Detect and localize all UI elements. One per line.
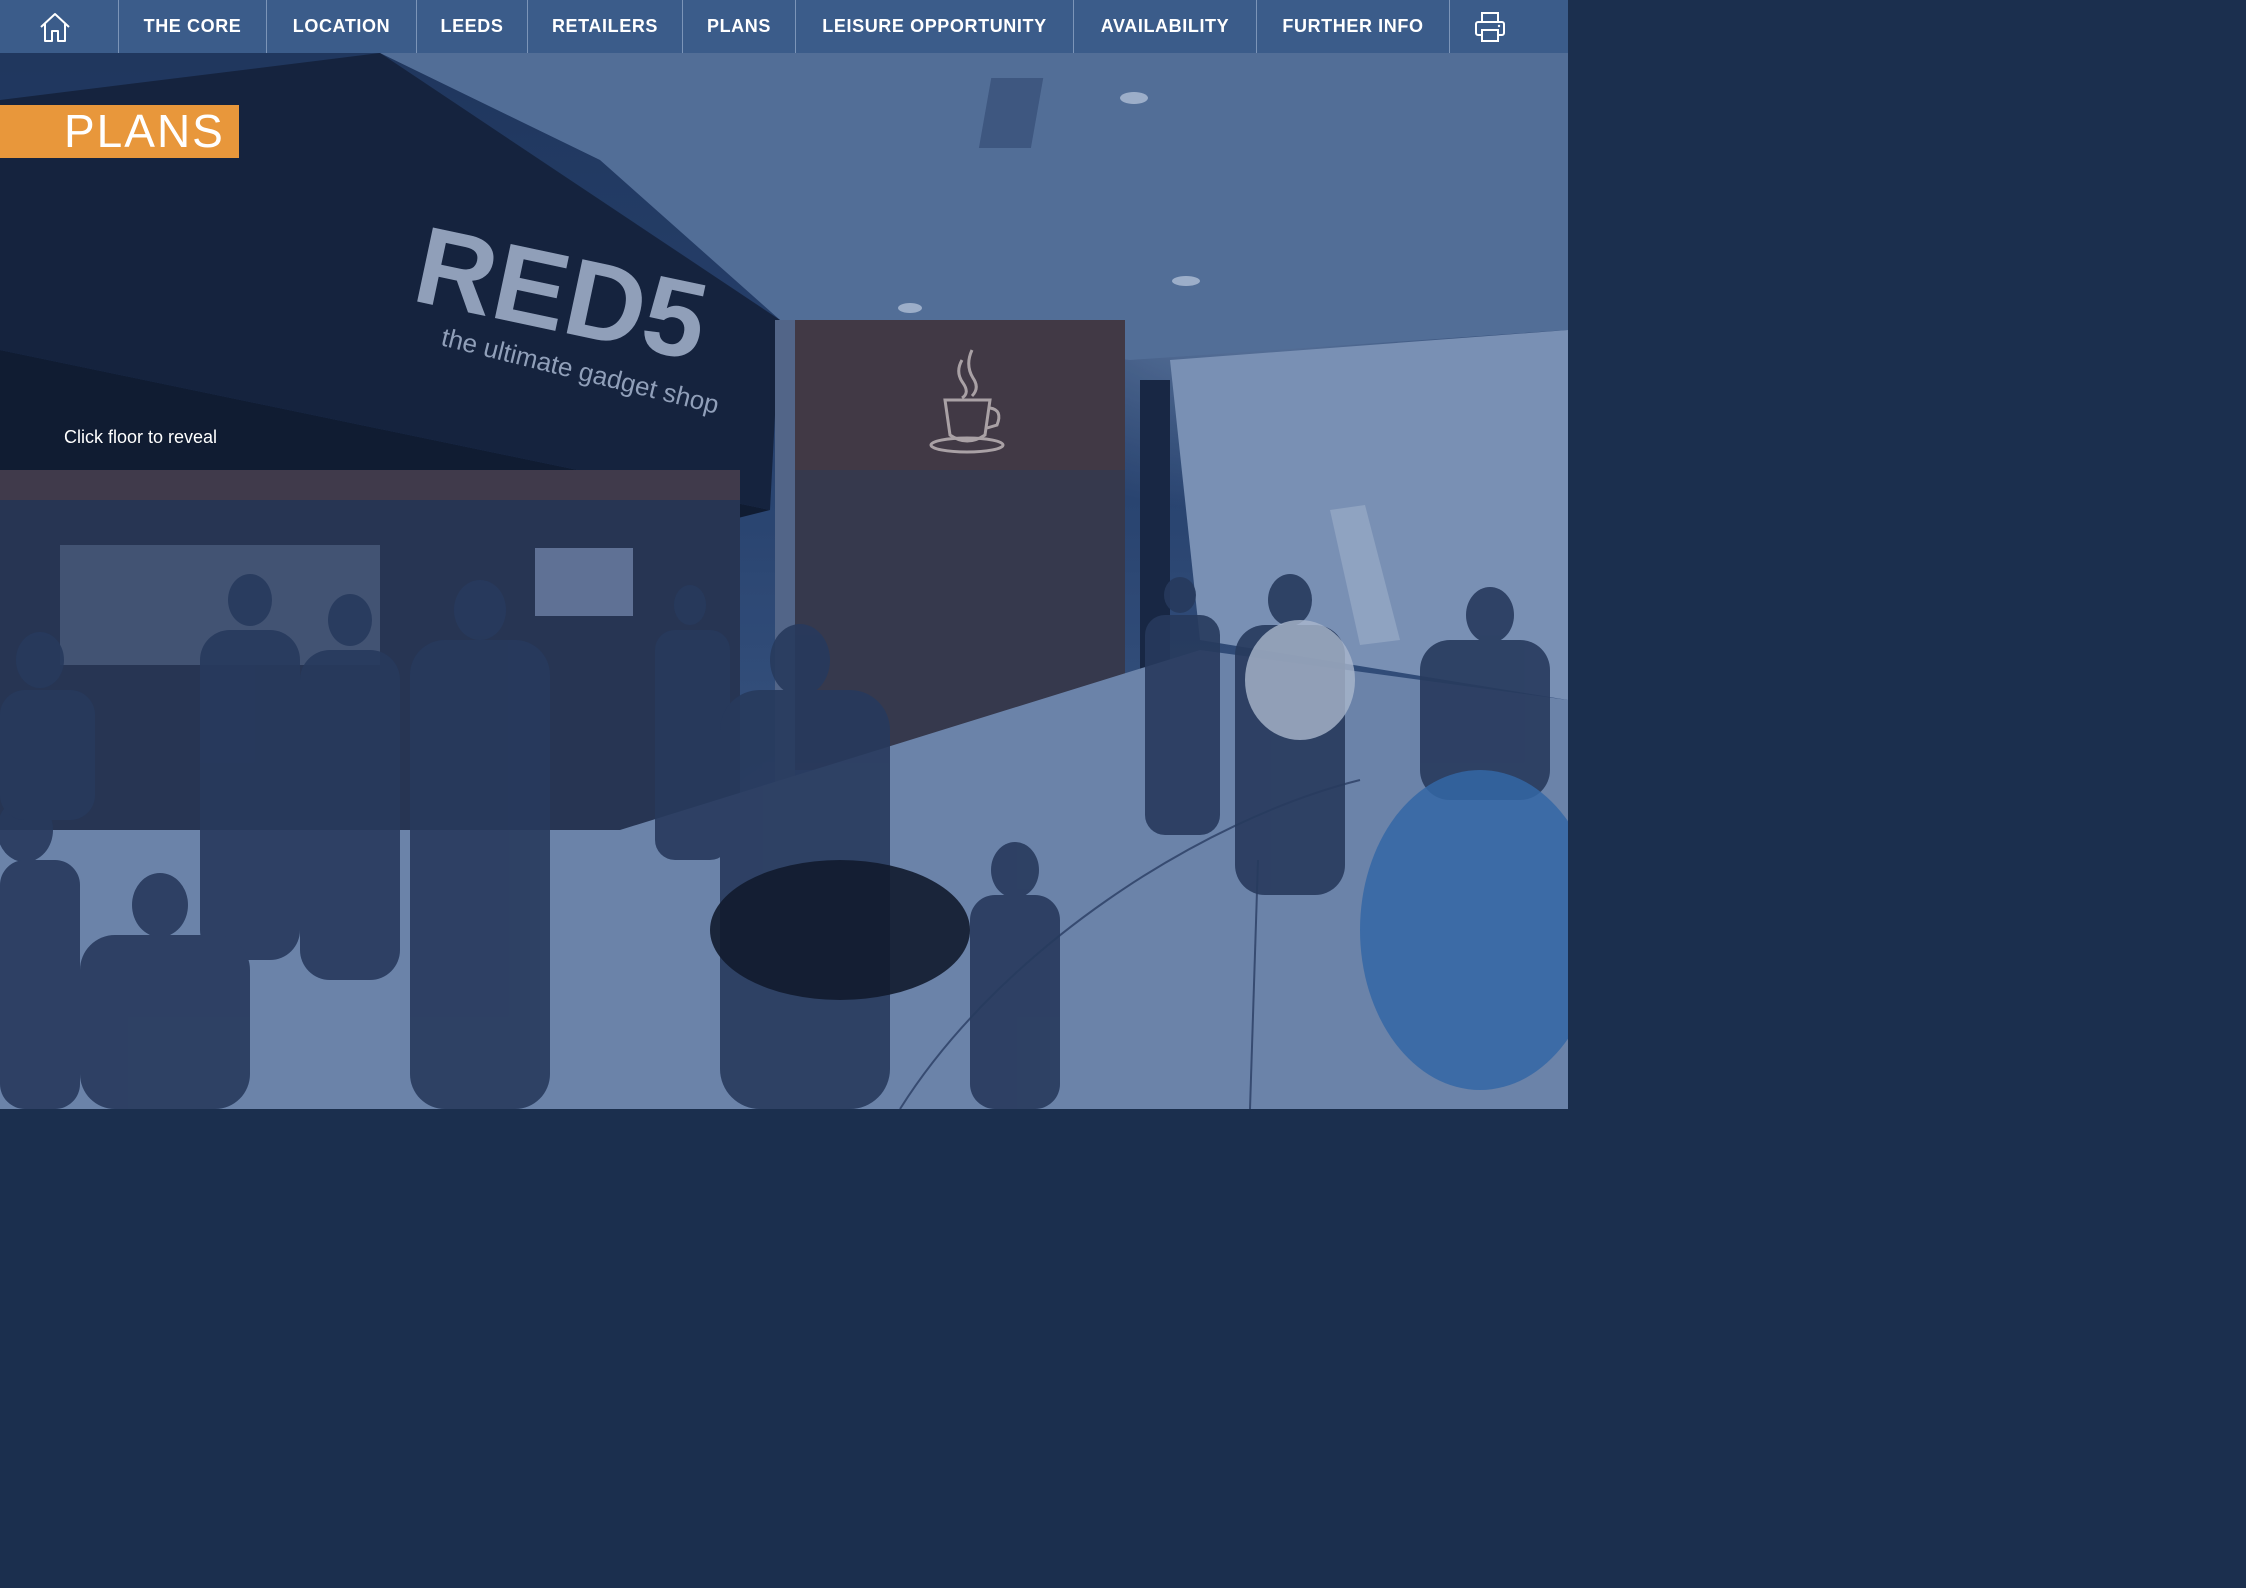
- home-button[interactable]: [0, 0, 119, 53]
- floor-reveal-hint: Click floor to reveal: [64, 427, 218, 447]
- page-title: PLANS: [0, 105, 239, 158]
- home-icon: [40, 12, 70, 42]
- main-nav: THE CORE LOCATION LEEDS RETAILERS PLANS …: [0, 0, 1568, 53]
- nav-item-leisure-opportunity[interactable]: LEISURE OPPORTUNITY: [796, 0, 1074, 53]
- nav-item-plans[interactable]: PLANS: [683, 0, 796, 53]
- nav-item-retailers[interactable]: RETAILERS: [528, 0, 683, 53]
- printer-icon: [1475, 11, 1505, 42]
- plans-page: RED5 the ultimate gadget shop THE CORE L…: [0, 0, 1568, 1109]
- nav-item-leeds[interactable]: LEEDS: [417, 0, 528, 53]
- blue-tint-overlay: [0, 0, 1568, 1109]
- nav-item-further-info[interactable]: FURTHER INFO: [1257, 0, 1450, 53]
- print-button[interactable]: [1450, 0, 1530, 53]
- nav-item-availability[interactable]: AVAILABILITY: [1074, 0, 1257, 53]
- nav-item-the-core[interactable]: THE CORE: [119, 0, 267, 53]
- nav-item-location[interactable]: LOCATION: [267, 0, 417, 53]
